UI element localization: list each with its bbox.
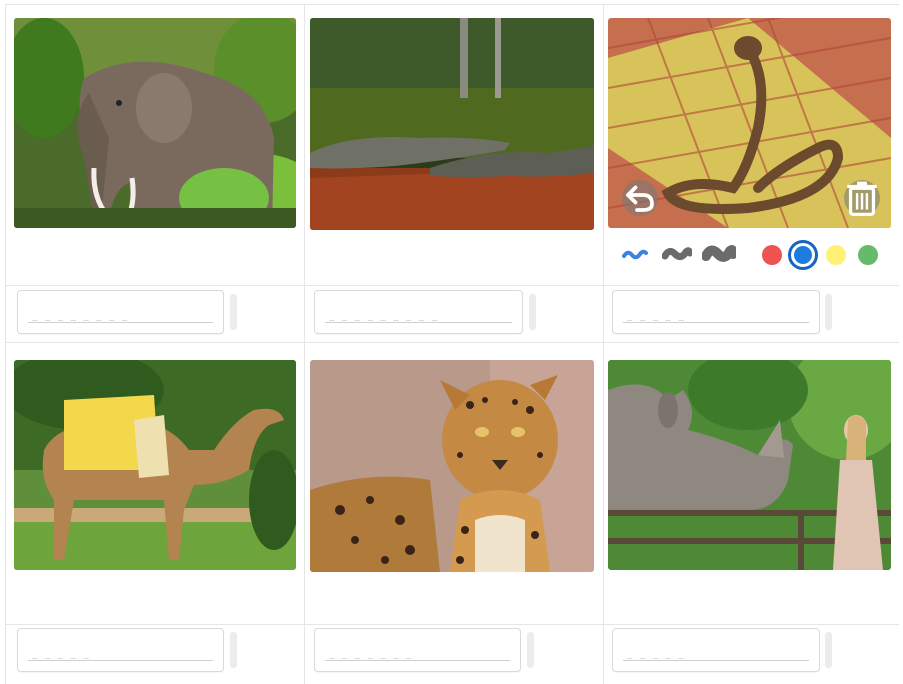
answer-mask: _ _ _ _ _ <box>627 650 685 660</box>
rhinoceros-image <box>608 360 891 570</box>
cobra-image[interactable] <box>608 18 891 228</box>
answer-underline <box>28 660 213 661</box>
thick-brush-button[interactable] <box>700 238 738 270</box>
camel-image <box>14 360 296 570</box>
crocodile-image <box>310 18 594 230</box>
medium-brush-icon <box>662 247 692 261</box>
grid-divider <box>6 285 899 286</box>
drag-handle[interactable] <box>825 632 832 668</box>
answer-field-leopard[interactable]: _ _ _ _ _ _ _ <box>314 628 521 672</box>
answer-field-crocodile[interactable]: _ _ _ _ _ _ _ _ _ <box>314 290 523 334</box>
drag-handle[interactable] <box>529 294 536 330</box>
answer-field-rhinoceros[interactable]: _ _ _ _ _ <box>612 628 820 672</box>
grid-divider <box>6 342 899 343</box>
answer-underline <box>28 322 213 323</box>
undo-icon <box>626 185 654 212</box>
color-yellow-swatch[interactable] <box>826 245 846 265</box>
drag-handle[interactable] <box>527 632 534 668</box>
grid-divider <box>304 5 305 684</box>
medium-brush-button[interactable] <box>660 238 694 270</box>
answer-field-camel[interactable]: _ _ _ _ _ <box>17 628 224 672</box>
answer-field-cobra[interactable]: _ _ _ _ _ <box>612 290 820 334</box>
thin-brush-button[interactable] <box>620 238 650 270</box>
drawing-toolbar <box>612 238 892 270</box>
answer-mask: _ _ _ _ _ <box>32 650 90 660</box>
answer-mask: _ _ _ _ _ _ _ _ _ <box>329 312 439 322</box>
color-green-swatch[interactable] <box>858 245 878 265</box>
thin-brush-icon <box>622 249 648 260</box>
color-blue-swatch[interactable] <box>788 240 818 270</box>
grid-divider <box>603 5 604 684</box>
grid-divider <box>6 624 899 625</box>
color-red-swatch[interactable] <box>762 245 782 265</box>
answer-mask: _ _ _ _ _ <box>627 312 685 322</box>
answer-underline <box>623 660 809 661</box>
delete-button[interactable] <box>844 180 880 216</box>
thick-brush-icon <box>702 245 736 262</box>
answer-field-elephant[interactable]: _ _ _ _ _ _ _ _ <box>17 290 224 334</box>
answer-mask: _ _ _ _ _ _ _ _ <box>32 312 129 322</box>
answer-underline <box>325 322 512 323</box>
answer-underline <box>623 322 809 323</box>
drag-handle[interactable] <box>230 632 237 668</box>
drag-handle[interactable] <box>825 294 832 330</box>
answer-mask: _ _ _ _ _ _ _ <box>329 650 413 660</box>
drag-handle[interactable] <box>230 294 237 330</box>
elephant-image <box>14 18 296 228</box>
leopard-image <box>310 360 594 572</box>
answer-underline <box>325 660 510 661</box>
undo-button[interactable] <box>622 180 658 216</box>
trash-icon <box>847 181 877 216</box>
